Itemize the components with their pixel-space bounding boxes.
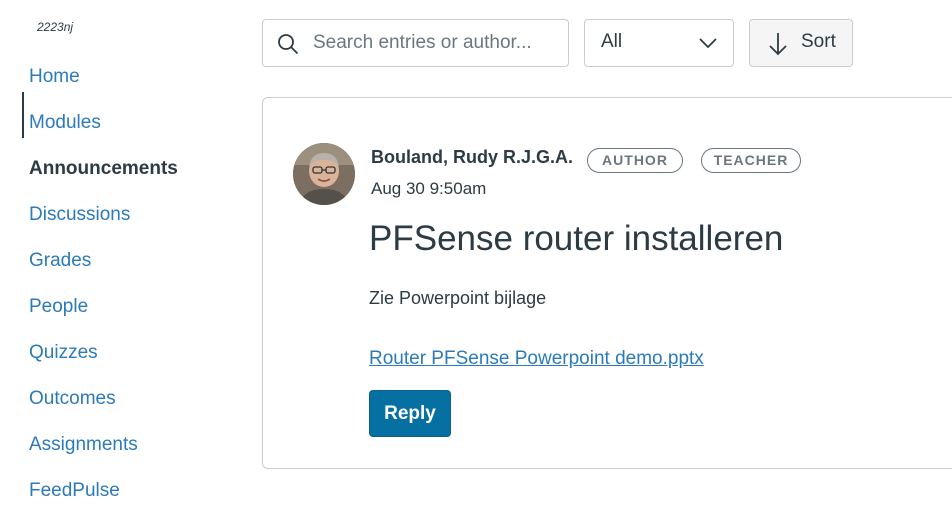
announcement-title: PFSense router installeren	[369, 219, 784, 258]
announcement-body: Zie Powerpoint bijlage	[369, 288, 547, 308]
author-badge: AUTHOR	[587, 148, 683, 173]
search-field[interactable]	[262, 19, 569, 67]
avatar[interactable]	[293, 143, 355, 205]
sidebar-item-feedpulse[interactable]: FeedPulse	[29, 476, 120, 506]
sidebar-item-grades[interactable]: Grades	[29, 246, 91, 276]
sidebar-item-announcements[interactable]: Announcements	[29, 154, 178, 184]
sidebar-item-assignments[interactable]: Assignments	[29, 430, 138, 460]
search-icon	[278, 34, 298, 54]
reply-button[interactable]: Reply	[369, 390, 451, 437]
sidebar-item-home[interactable]: Home	[29, 62, 80, 92]
arrow-down-icon	[769, 33, 787, 56]
post-timestamp: Aug 30 9:50am	[371, 179, 487, 198]
search-input[interactable]	[313, 28, 558, 58]
author-name[interactable]: Bouland, Rudy R.J.G.A.	[371, 147, 573, 168]
teacher-badge: TEACHER	[701, 148, 801, 173]
sort-button[interactable]: Sort	[749, 19, 853, 67]
sort-label: Sort	[801, 31, 836, 52]
course-code: 2223nj	[37, 20, 74, 34]
filter-value: All	[601, 31, 623, 52]
sidebar-item-people[interactable]: People	[29, 292, 88, 322]
chevron-down-icon	[699, 38, 717, 49]
sidebar-item-outcomes[interactable]: Outcomes	[29, 384, 116, 414]
sidebar-item-modules[interactable]: Modules	[29, 108, 101, 138]
filter-select[interactable]: All	[584, 19, 734, 67]
sidebar-item-discussions[interactable]: Discussions	[29, 200, 130, 230]
active-nav-indicator	[22, 92, 24, 138]
announcement-entry: Bouland, Rudy R.J.G.A. AUTHOR TEACHER Au…	[262, 97, 952, 469]
sidebar-item-quizzes[interactable]: Quizzes	[29, 338, 98, 368]
attachment-link[interactable]: Router PFSense Powerpoint demo.pptx	[369, 348, 704, 370]
